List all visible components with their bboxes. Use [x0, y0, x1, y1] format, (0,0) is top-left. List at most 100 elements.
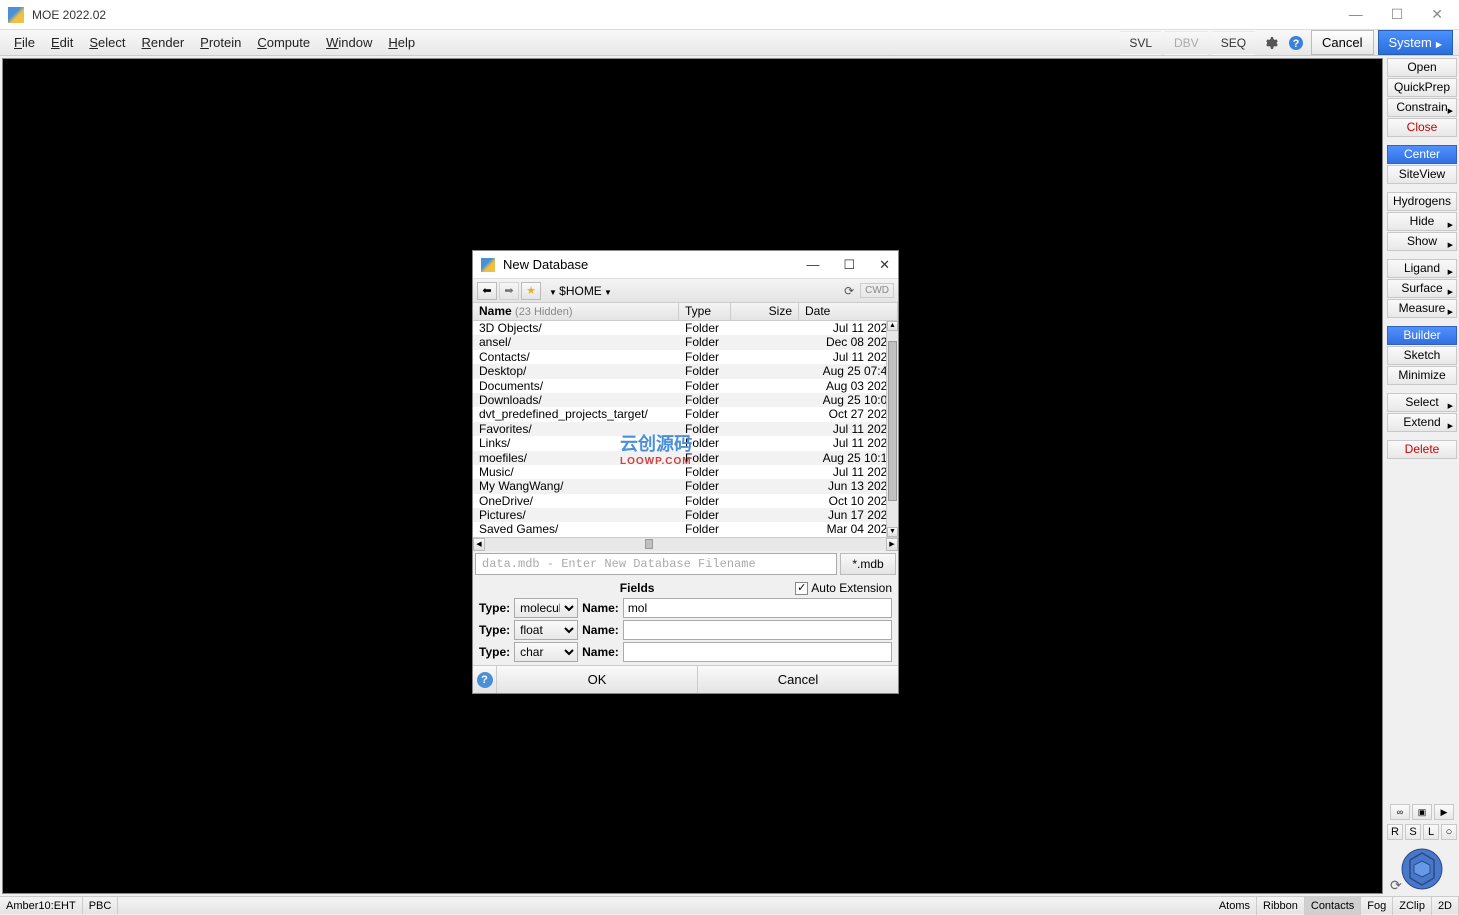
type-label-3: Type: — [479, 645, 510, 659]
dialog-help-button[interactable]: ? — [473, 666, 497, 693]
status-2d[interactable]: 2D — [1432, 897, 1459, 915]
type-label-2: Type: — [479, 623, 510, 637]
back-button[interactable]: ⬅ — [477, 282, 497, 300]
ligand-button[interactable]: Ligand — [1387, 259, 1457, 278]
dialog-cancel-button[interactable]: Cancel — [698, 666, 898, 693]
file-row[interactable]: My WangWang/FolderJun 13 2023 — [473, 479, 898, 493]
file-row[interactable]: Favorites/FolderJul 11 2022 — [473, 422, 898, 436]
name-input-2[interactable] — [623, 620, 892, 640]
file-row[interactable]: moefiles/FolderAug 25 10:18 — [473, 451, 898, 465]
ok-button[interactable]: OK — [497, 666, 698, 693]
maximize-icon[interactable]: ☐ — [1391, 6, 1404, 23]
status-fog[interactable]: Fog — [1361, 897, 1393, 915]
l-toggle[interactable]: L — [1423, 824, 1439, 840]
file-list[interactable]: 3D Objects/FolderJul 11 2022ansel/Folder… — [473, 321, 898, 537]
column-name[interactable]: Name (23 Hidden) — [473, 303, 679, 320]
hydrogens-button[interactable]: Hydrogens — [1387, 192, 1457, 211]
type-select-2[interactable]: float — [514, 620, 578, 640]
menu-protein[interactable]: Protein — [192, 31, 249, 54]
seq-button[interactable]: SEQ — [1212, 31, 1255, 55]
stereo-icon[interactable]: ∞ — [1390, 804, 1410, 820]
extension-button[interactable]: *.mdb — [840, 553, 896, 575]
forward-button[interactable]: ➡ — [499, 282, 519, 300]
center-button[interactable]: Center — [1387, 145, 1457, 164]
refresh-button[interactable]: ⟳ — [840, 282, 858, 300]
s-toggle[interactable]: S — [1405, 824, 1421, 840]
favorite-button[interactable]: ★ — [521, 282, 541, 300]
siteview-button[interactable]: SiteView — [1387, 165, 1457, 184]
dialog-close-icon[interactable]: ✕ — [879, 257, 890, 273]
status-contacts[interactable]: Contacts — [1305, 897, 1361, 915]
file-row[interactable]: dvt_predefined_projects_target/FolderOct… — [473, 407, 898, 421]
name-input-3[interactable] — [623, 642, 892, 662]
system-button[interactable]: System — [1378, 30, 1454, 55]
forcefield-status[interactable]: Amber10:EHT — [0, 897, 83, 914]
file-row[interactable]: Music/FolderJul 11 2022 — [473, 465, 898, 479]
measure-button[interactable]: Measure — [1387, 299, 1457, 318]
show-button[interactable]: Show — [1387, 232, 1457, 251]
r-toggle[interactable]: R — [1387, 824, 1403, 840]
top-cancel-button[interactable]: Cancel — [1311, 30, 1373, 55]
display-menu-icon[interactable]: ▶ — [1434, 804, 1454, 820]
type-select-1[interactable]: molecule — [514, 598, 578, 618]
file-row[interactable]: Desktop/FolderAug 25 07:48 — [473, 364, 898, 378]
column-size[interactable]: Size — [731, 303, 799, 320]
status-zclip[interactable]: ZClip — [1393, 897, 1432, 915]
camera-icon[interactable]: ▣ — [1412, 804, 1432, 820]
menu-edit[interactable]: Edit — [43, 31, 81, 54]
file-row[interactable]: Downloads/FolderAug 25 10:04 — [473, 393, 898, 407]
open-button[interactable]: Open — [1387, 58, 1457, 77]
quickprep-button[interactable]: QuickPrep — [1387, 78, 1457, 97]
hide-button[interactable]: Hide — [1387, 212, 1457, 231]
minimize-button[interactable]: Minimize — [1387, 366, 1457, 385]
menu-help[interactable]: Help — [380, 31, 423, 54]
help-icon[interactable]: ? — [1285, 32, 1307, 54]
select-button[interactable]: Select — [1387, 393, 1457, 412]
trackball-icon[interactable]: ⟳ — [1392, 844, 1452, 894]
file-row[interactable]: Pictures/FolderJun 17 2023 — [473, 508, 898, 522]
dialog-maximize-icon[interactable]: ☐ — [843, 257, 855, 273]
close-icon[interactable]: ✕ — [1431, 6, 1443, 23]
constrain-button[interactable]: Constrain — [1387, 98, 1457, 117]
pbc-status[interactable]: PBC — [83, 897, 119, 914]
filename-input[interactable] — [475, 553, 837, 575]
menu-window[interactable]: Window — [318, 31, 380, 54]
status-ribbon[interactable]: Ribbon — [1257, 897, 1305, 915]
file-row[interactable]: 3D Objects/FolderJul 11 2022 — [473, 321, 898, 335]
dot-toggle[interactable]: ○ — [1441, 824, 1457, 840]
file-row[interactable]: Links/FolderJul 11 2022 — [473, 436, 898, 450]
vertical-scrollbar[interactable]: ▲▼ — [886, 321, 898, 537]
menu-file[interactable]: File — [6, 31, 43, 54]
column-date[interactable]: Date — [799, 303, 898, 320]
menu-select[interactable]: Select — [81, 31, 133, 54]
menu-compute[interactable]: Compute — [249, 31, 318, 54]
dbv-button[interactable]: DBV — [1165, 31, 1208, 55]
name-input-1[interactable] — [623, 598, 892, 618]
file-row[interactable]: Documents/FolderAug 03 2023 — [473, 379, 898, 393]
dialog-minimize-icon[interactable]: — — [806, 257, 819, 273]
file-row[interactable]: OneDrive/FolderOct 10 2022 — [473, 494, 898, 508]
file-row[interactable]: Saved Games/FolderMar 04 2023 — [473, 522, 898, 536]
file-row[interactable]: Contacts/FolderJul 11 2022 — [473, 350, 898, 364]
horizontal-scrollbar[interactable]: ◀▶ — [473, 537, 898, 551]
file-row[interactable]: ansel/FolderDec 08 2022 — [473, 335, 898, 349]
extend-button[interactable]: Extend — [1387, 413, 1457, 432]
auto-extension-checkbox[interactable]: ✓Auto Extension — [795, 581, 892, 595]
close-button[interactable]: Close — [1387, 118, 1457, 137]
surface-button[interactable]: Surface — [1387, 279, 1457, 298]
cwd-button[interactable]: CWD — [860, 283, 894, 298]
gear-icon[interactable] — [1259, 32, 1281, 54]
path-dropdown[interactable]: $HOME — [543, 284, 838, 298]
refresh-icon[interactable]: ⟳ — [1390, 877, 1402, 894]
column-type[interactable]: Type — [679, 303, 731, 320]
status-atoms[interactable]: Atoms — [1213, 897, 1257, 915]
sidebar: Open QuickPrep Constrain Close Center Si… — [1385, 56, 1459, 896]
type-select-3[interactable]: char — [514, 642, 578, 662]
builder-button[interactable]: Builder — [1387, 326, 1457, 345]
svl-button[interactable]: SVL — [1120, 31, 1161, 55]
delete-button[interactable]: Delete — [1387, 440, 1457, 459]
minimize-icon[interactable]: — — [1349, 6, 1363, 23]
sketch-button[interactable]: Sketch — [1387, 346, 1457, 365]
type-label-1: Type: — [479, 601, 510, 615]
menu-render[interactable]: Render — [134, 31, 193, 54]
